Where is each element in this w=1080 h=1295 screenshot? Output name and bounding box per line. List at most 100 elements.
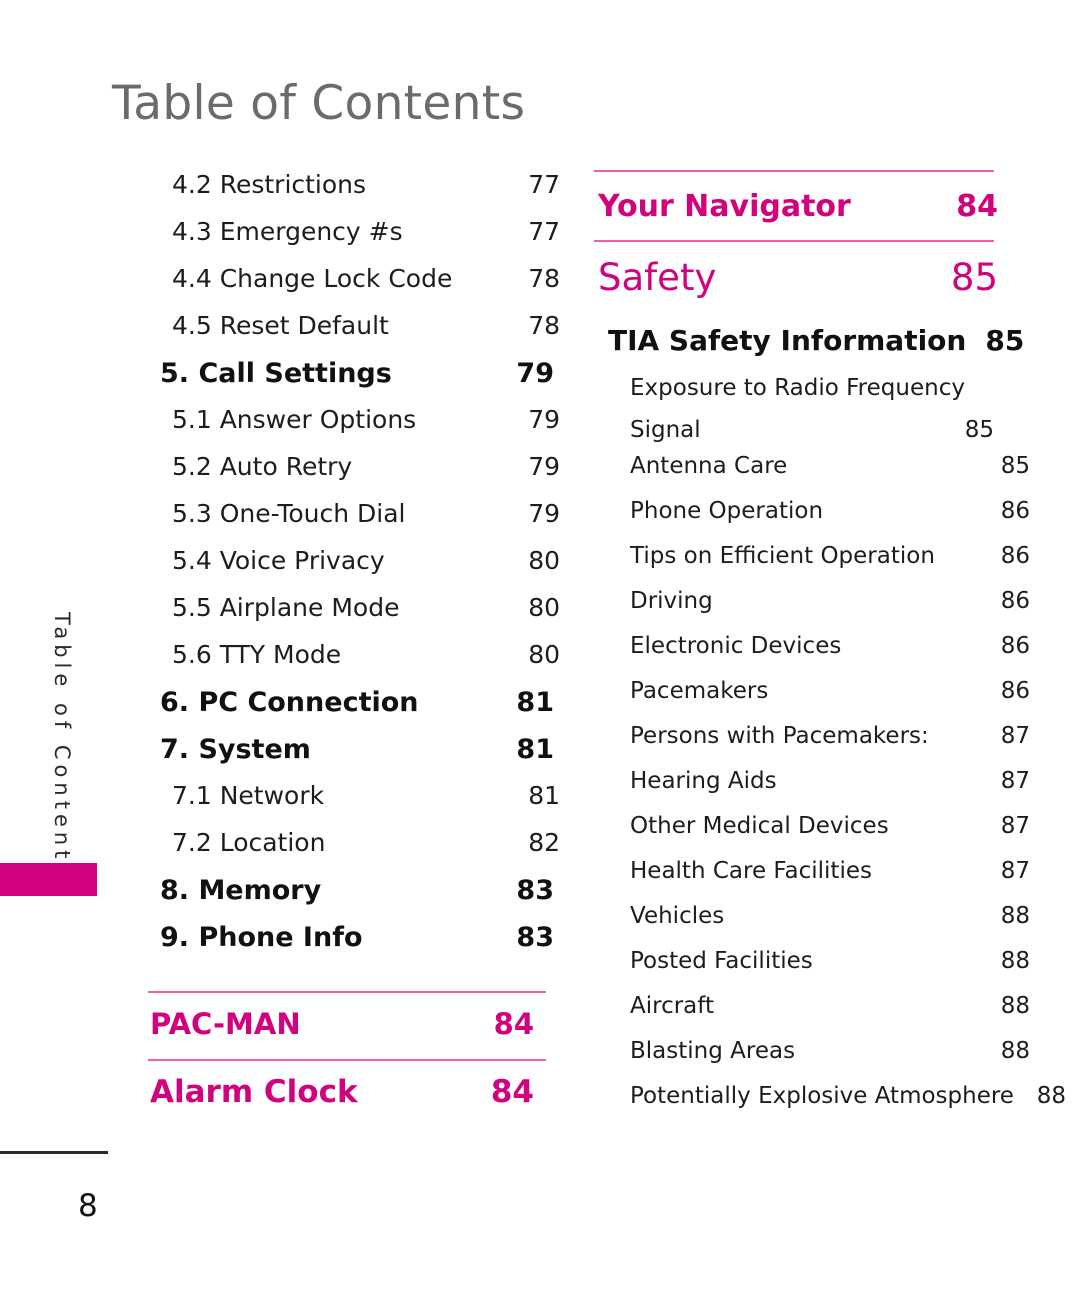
toc-entry-label: 4.4 Change Lock Code <box>172 264 453 293</box>
toc-entry-label: 7.1 Network <box>172 781 325 810</box>
toc-entry-page: 79 <box>516 358 554 389</box>
toc-entry[interactable]: Posted Facilities 88 <box>594 948 1030 993</box>
toc-entry-label: 7.2 Location <box>172 828 326 857</box>
toc-entry-page: 77 <box>528 217 560 246</box>
toc-entry[interactable]: Aircraft 88 <box>594 993 1030 1038</box>
toc-entry-alarm-clock[interactable]: Alarm Clock 84 <box>148 1061 548 1123</box>
toc-entry[interactable]: Phone Operation 86 <box>594 498 1030 543</box>
toc-entry[interactable]: Electronic Devices 86 <box>594 633 1030 678</box>
toc-entry-page: 80 <box>528 640 560 669</box>
toc-entry-label: 5.4 Voice Privacy <box>172 546 385 575</box>
toc-entry-page: 81 <box>516 734 554 765</box>
toc-entry-label: 6. PC Connection <box>160 687 419 718</box>
right-toc-column: Your Navigator 84 Safety 85 TIA Safety I… <box>594 170 1066 1128</box>
toc-entry-page: 87 <box>1000 813 1030 839</box>
toc-entry-page: 87 <box>1000 768 1030 794</box>
toc-entry-page: 80 <box>528 593 560 622</box>
toc-entry-label: Electronic Devices <box>630 633 842 659</box>
toc-entry-page: 77 <box>528 170 560 199</box>
toc-entry-label: Tips on Efficient Operation <box>630 543 935 569</box>
toc-entry-label: 5.1 Answer Options <box>172 405 417 434</box>
toc-entry-page: 83 <box>516 875 554 906</box>
toc-entry-label: 4.3 Emergency #s <box>172 217 403 246</box>
toc-entry-label: Safety <box>598 255 717 299</box>
toc-entry-label: Driving <box>630 588 713 614</box>
toc-entry-page: 78 <box>528 264 560 293</box>
toc-entry-page: 88 <box>1000 948 1030 974</box>
toc-entry-page: 88 <box>1036 1083 1066 1109</box>
toc-entry[interactable]: 9. Phone Info 83 <box>148 922 558 969</box>
toc-entry[interactable]: 5. Call Settings 79 <box>148 358 558 405</box>
toc-entry[interactable]: 7.2 Location 82 <box>148 828 570 875</box>
toc-entry[interactable]: Antenna Care 85 <box>594 453 1030 498</box>
toc-entry-label: Hearing Aids <box>630 768 777 794</box>
toc-entry-page: 81 <box>528 781 560 810</box>
toc-entry[interactable]: 4.2 Restrictions 77 <box>148 170 570 217</box>
toc-entry-page: 84 <box>490 1074 534 1110</box>
toc-entry[interactable]: 5.4 Voice Privacy 80 <box>148 546 570 593</box>
toc-entry[interactable]: 4.3 Emergency #s 77 <box>148 217 570 264</box>
toc-entry-page: 84 <box>493 1007 534 1041</box>
toc-entry-page: 85 <box>950 255 998 299</box>
toc-entry-label: 5. Call Settings <box>160 358 392 389</box>
side-tab: Table of Contents <box>0 600 98 900</box>
right-toc-entry-list: Exposure to Radio Frequency Signal 85 Anten… <box>594 368 1066 1128</box>
toc-entry[interactable]: 4.5 Reset Default 78 <box>148 311 570 358</box>
toc-entry[interactable]: Potentially Explosive Atmosphere 88 <box>594 1083 1066 1128</box>
toc-entry[interactable]: 7. System 81 <box>148 734 558 781</box>
toc-entry-page: 85 <box>964 417 994 443</box>
toc-entry-page: 86 <box>1000 588 1030 614</box>
toc-entry-your-navigator[interactable]: Your Navigator 84 <box>594 172 998 240</box>
toc-entry-label: Vehicles <box>630 903 725 929</box>
toc-entry-label: Phone Operation <box>630 498 824 524</box>
toc-entry-page: 85 <box>1000 453 1030 479</box>
toc-entry[interactable]: 7.1 Network 81 <box>148 781 570 828</box>
toc-entry[interactable]: Exposure to Radio Frequency Signal 85 <box>594 368 994 453</box>
toc-entry-page: 81 <box>516 687 554 718</box>
toc-entry[interactable]: Persons with Pacemakers: 87 <box>594 723 1030 768</box>
toc-entry[interactable]: 5.2 Auto Retry 79 <box>148 452 570 499</box>
toc-entry-label: Blasting Areas <box>630 1038 796 1064</box>
toc-entry-label: Pacemakers <box>630 678 769 704</box>
toc-entry-pacman[interactable]: PAC-MAN 84 <box>148 993 548 1055</box>
toc-entry-page: 83 <box>516 922 554 953</box>
side-tab-color-block <box>0 863 97 896</box>
toc-entry-label: 5.6 TTY Mode <box>172 640 342 669</box>
toc-entry-label: 4.2 Restrictions <box>172 170 367 199</box>
toc-entry[interactable]: Vehicles 88 <box>594 903 1030 948</box>
toc-entry-page: 78 <box>528 311 560 340</box>
toc-entry[interactable]: 5.5 Airplane Mode 80 <box>148 593 570 640</box>
toc-entry[interactable]: Driving 86 <box>594 588 1030 633</box>
toc-entry-page: 79 <box>528 499 560 528</box>
toc-entry[interactable]: 6. PC Connection 81 <box>148 687 558 734</box>
toc-entry[interactable]: 5.3 One-Touch Dial 79 <box>148 499 570 546</box>
toc-entry-label: 4.5 Reset Default <box>172 311 389 340</box>
toc-entry-safety[interactable]: Safety 85 <box>594 242 998 312</box>
toc-entry-label: Alarm Clock <box>150 1074 358 1110</box>
toc-entry-page: 87 <box>1000 723 1030 749</box>
footer-divider <box>0 1151 108 1154</box>
page-title: Table of Contents <box>112 76 526 131</box>
toc-entry-page: 86 <box>1000 633 1030 659</box>
toc-entry-page: 82 <box>528 828 560 857</box>
toc-entry[interactable]: Hearing Aids 87 <box>594 768 1030 813</box>
toc-entry-page: 88 <box>1000 993 1030 1019</box>
toc-entry-label: 7. System <box>160 734 311 765</box>
toc-entry-label: Potentially Explosive Atmosphere <box>630 1083 1014 1109</box>
toc-entry[interactable]: 5.1 Answer Options 79 <box>148 405 570 452</box>
toc-entry-label: Posted Facilities <box>630 948 813 974</box>
toc-entry[interactable]: Other Medical Devices 87 <box>594 813 1030 858</box>
toc-entry[interactable]: 8. Memory 83 <box>148 875 558 922</box>
toc-entry[interactable]: Blasting Areas 88 <box>594 1038 1030 1083</box>
toc-entry-page: 79 <box>528 452 560 481</box>
toc-entry-label: Exposure to Radio Frequency <box>630 375 965 401</box>
toc-entry[interactable]: Health Care Facilities 87 <box>594 858 1030 903</box>
toc-entry-page: 85 <box>985 323 1025 357</box>
toc-entry-label: Persons with Pacemakers: <box>630 723 929 749</box>
toc-entry[interactable]: Tips on Efficient Operation 86 <box>594 543 1030 588</box>
toc-entry-label-continued: Signal <box>630 417 701 443</box>
toc-entry[interactable]: 4.4 Change Lock Code 78 <box>148 264 570 311</box>
toc-entry[interactable]: 5.6 TTY Mode 80 <box>148 640 570 687</box>
toc-entry[interactable]: Pacemakers 86 <box>594 678 1030 723</box>
toc-entry-tia-safety-information[interactable]: TIA Safety Information 85 <box>594 312 1024 368</box>
